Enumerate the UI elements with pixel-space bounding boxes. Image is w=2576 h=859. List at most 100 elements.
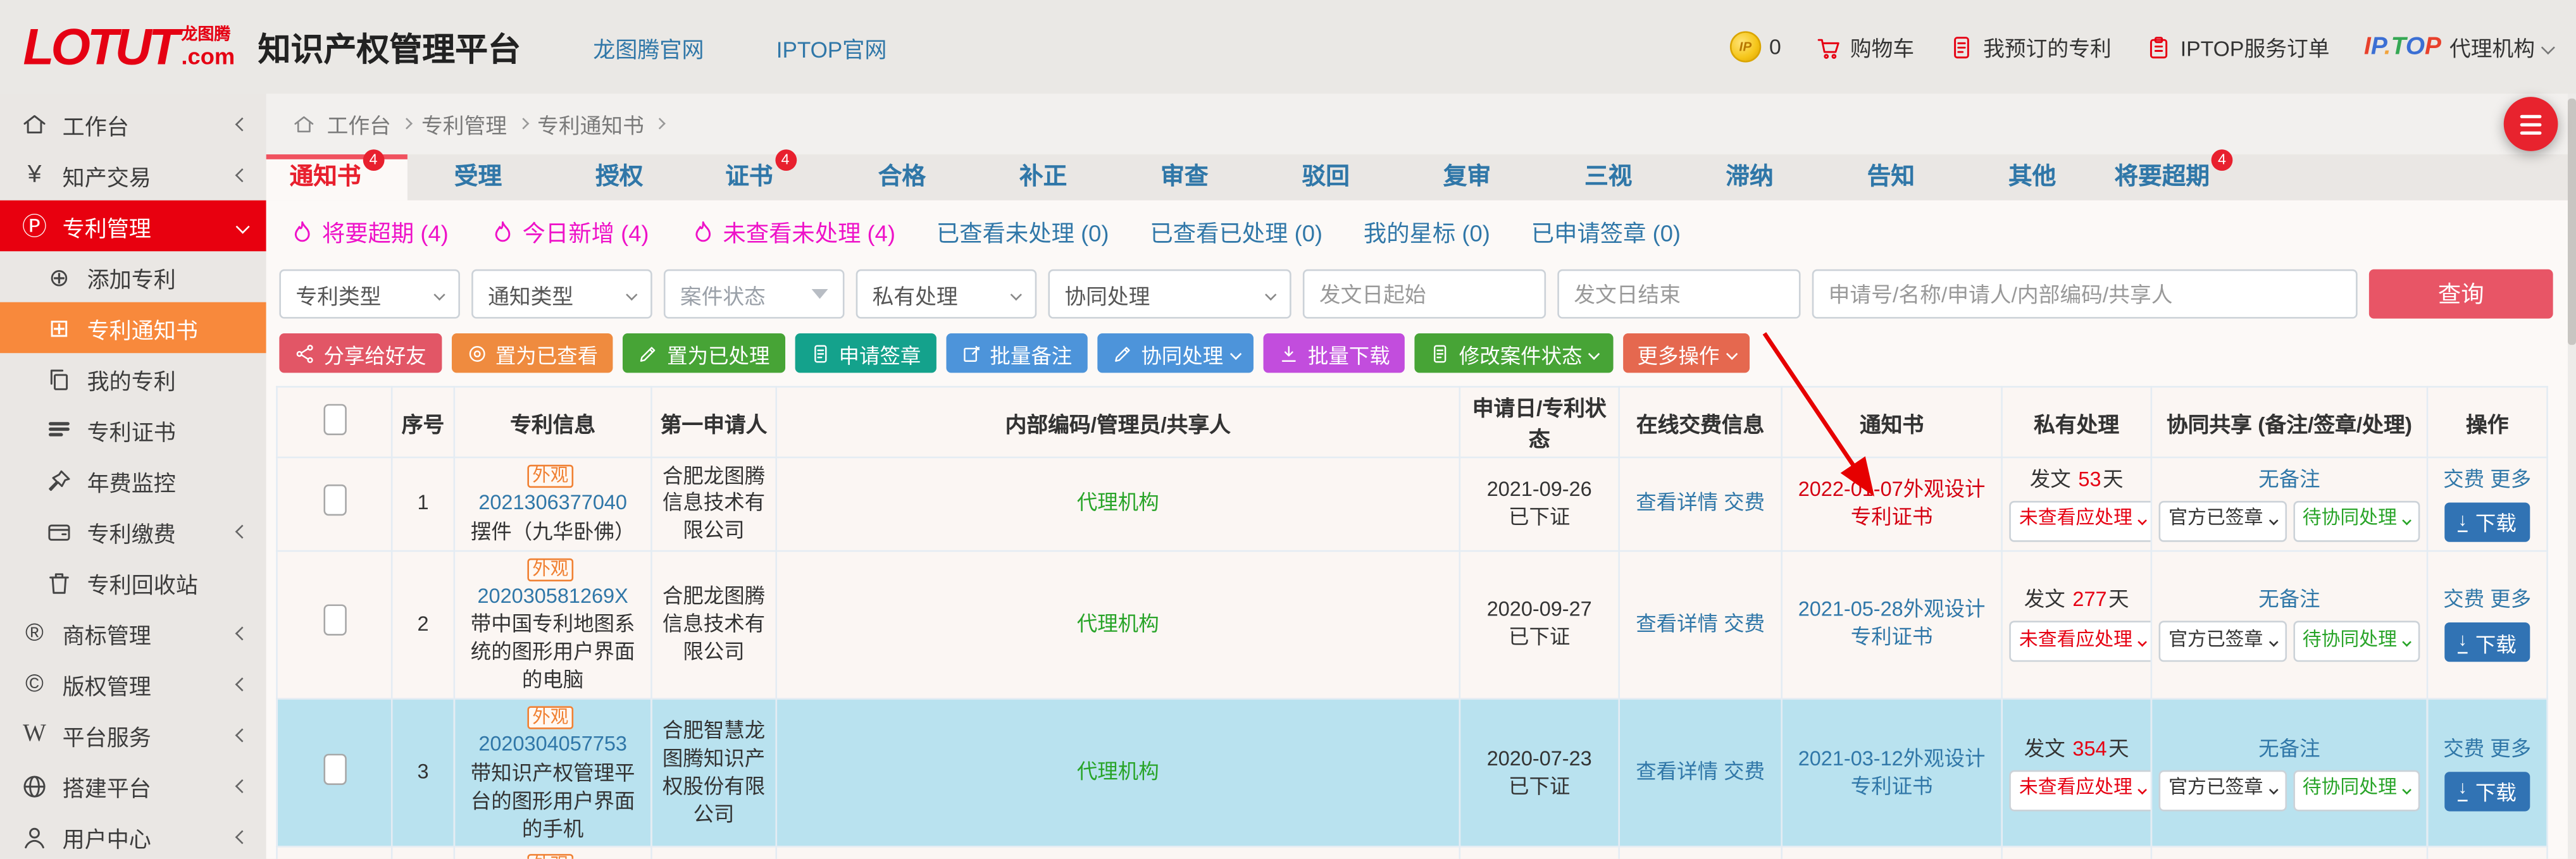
tab-acceptance[interactable]: 受理 — [408, 154, 549, 201]
notice-link[interactable]: 2021-03-12外观设计专利证书 — [1798, 747, 1986, 798]
sidebar-item-add-patent[interactable]: ⊕添加专利 — [0, 251, 266, 302]
private-status-select[interactable]: 未查看应处理 — [2009, 500, 2151, 541]
remark-link[interactable]: 无备注 — [2258, 468, 2320, 491]
tab-grant[interactable]: 授权 — [549, 154, 690, 201]
collab-status-select[interactable]: 待协同处理 — [2293, 770, 2420, 811]
sidebar-item-patent-payment[interactable]: 专利缴费 — [0, 506, 266, 557]
patent-number-link[interactable]: 2021306377040 — [478, 491, 627, 514]
collab-status-select[interactable]: 待协同处理 — [2293, 621, 2420, 662]
tab-notification[interactable]: 告知 — [1820, 154, 1962, 201]
issue-date-end-input[interactable] — [1557, 269, 1800, 319]
link-iptop-site[interactable]: IPTOP官网 — [776, 30, 887, 63]
row-checkbox[interactable] — [323, 753, 345, 784]
sidebar-item-patent-management[interactable]: Ⓟ专利管理 — [0, 201, 266, 251]
quick-filter-new-today[interactable]: 今日新增 (4) — [490, 217, 649, 250]
bulk-download-button[interactable]: 批量下载 — [1264, 333, 1405, 373]
op-more-link[interactable]: 更多 — [2490, 737, 2531, 760]
remark-link[interactable]: 无备注 — [2258, 737, 2320, 760]
sidebar-item-annuity-monitor[interactable]: 年费监控 — [0, 455, 266, 505]
op-fee-link[interactable]: 交费 — [2443, 737, 2484, 760]
sidebar-item-ip-trade[interactable]: ¥知产交易 — [0, 149, 266, 200]
tab-reexamination[interactable]: 复审 — [1397, 154, 1538, 201]
collab-status-select[interactable]: 待协同处理 — [2293, 500, 2420, 541]
row-checkbox[interactable] — [323, 605, 345, 636]
op-more-link[interactable]: 更多 — [2490, 588, 2531, 611]
pay-fee-link[interactable]: 交费 — [1724, 612, 1765, 635]
patent-type-select[interactable]: 专利类型 — [279, 269, 460, 319]
quick-filter-viewed-processed[interactable]: 已查看已处理 (0) — [1150, 217, 1322, 250]
tab-rejection[interactable]: 驳回 — [1255, 154, 1397, 201]
query-button[interactable]: 查询 — [2369, 269, 2553, 319]
sidebar-item-user-center[interactable]: 用户中心 — [0, 812, 266, 859]
collab-process-select[interactable]: 协同处理 — [1048, 269, 1291, 319]
quick-filter-viewed-unprocessed[interactable]: 已查看未处理 (0) — [936, 217, 1109, 250]
ip-coin[interactable]: IP 0 — [1730, 31, 1781, 62]
download-button[interactable]: ↓下载 — [2445, 623, 2530, 662]
notice-link[interactable]: 2021-05-28外观设计专利证书 — [1798, 598, 1986, 649]
agency-menu[interactable]: IP.TOP 代理机构 — [2364, 31, 2553, 62]
sidebar-item-patent-certificates[interactable]: 专利证书 — [0, 404, 266, 455]
pay-fee-link[interactable]: 交费 — [1724, 761, 1765, 784]
cart-button[interactable]: 购物车 — [1815, 31, 1914, 62]
bulk-note-button[interactable]: 批量备注 — [945, 333, 1086, 373]
collab-process-button[interactable]: 协同处理 — [1097, 333, 1254, 373]
sidebar-item-platform-services[interactable]: W平台服务 — [0, 710, 266, 760]
quick-filter-signed[interactable]: 已申请签章 (0) — [1531, 217, 1681, 250]
sidebar-item-patent-notices[interactable]: ⊞专利通知书 — [0, 302, 266, 353]
tab-qualified[interactable]: 合格 — [831, 154, 973, 201]
tab-certificate[interactable]: 证书4 — [690, 154, 831, 201]
change-case-status-button[interactable]: 修改案件状态 — [1415, 333, 1613, 373]
signature-status-select[interactable]: 官方已签章 — [2159, 621, 2286, 662]
apply-signature-button[interactable]: 申请签章 — [794, 333, 935, 373]
op-fee-link[interactable]: 交费 — [2443, 468, 2484, 491]
tab-correction[interactable]: 补正 — [973, 154, 1114, 201]
tab-other[interactable]: 其他 — [1962, 154, 2103, 201]
page-scrollbar[interactable] — [2568, 94, 2576, 859]
share-to-friends-button[interactable]: 分享给好友 — [279, 333, 441, 373]
notice-type-select[interactable]: 通知类型 — [471, 269, 652, 319]
private-status-select[interactable]: 未查看应处理 — [2009, 770, 2151, 811]
patent-number-link[interactable]: 2020304057753 — [478, 732, 627, 755]
floating-menu-button[interactable] — [2504, 97, 2558, 151]
signature-status-select[interactable]: 官方已签章 — [2159, 770, 2286, 811]
download-button[interactable]: ↓下载 — [2445, 771, 2530, 810]
sidebar-item-trademark-management[interactable]: ®商标管理 — [0, 608, 266, 658]
op-fee-link[interactable]: 交费 — [2443, 588, 2484, 611]
breadcrumb-patent-management[interactable]: 专利管理 — [421, 108, 507, 139]
private-status-select[interactable]: 未查看应处理 — [2009, 621, 2151, 662]
tab-late-fee[interactable]: 滞纳 — [1679, 154, 1820, 201]
view-detail-link[interactable]: 查看详情 — [1636, 761, 1718, 784]
row-checkbox[interactable] — [323, 485, 345, 516]
remark-link[interactable]: 无备注 — [2258, 588, 2320, 611]
signature-status-select[interactable]: 官方已签章 — [2159, 500, 2286, 541]
reserved-patents-button[interactable]: 我预订的专利 — [1949, 31, 2112, 62]
sidebar-item-build-platform[interactable]: 搭建平台 — [0, 760, 266, 811]
op-more-link[interactable]: 更多 — [2490, 468, 2531, 491]
tab-examination[interactable]: 审查 — [1114, 154, 1255, 201]
breadcrumb-patent-notices[interactable]: 专利通知书 — [537, 108, 644, 139]
mark-processed-button[interactable]: 置为已处理 — [623, 333, 785, 373]
quick-filter-unviewed-unprocessed[interactable]: 未查看未处理 (4) — [690, 217, 895, 250]
notice-link[interactable]: 2022-01-07外观设计专利证书 — [1798, 478, 1986, 528]
mark-viewed-button[interactable]: 置为已查看 — [451, 333, 613, 373]
quick-filter-expiring[interactable]: 将要超期 (4) — [289, 217, 449, 250]
sidebar-item-workbench[interactable]: 工作台 — [0, 99, 266, 149]
keyword-search-input[interactable] — [1812, 269, 2358, 319]
tab-sanshi[interactable]: 三视 — [1538, 154, 1679, 201]
view-detail-link[interactable]: 查看详情 — [1636, 612, 1718, 635]
breadcrumb-workbench[interactable]: 工作台 — [327, 108, 391, 139]
sidebar-item-my-patents[interactable]: 我的专利 — [0, 353, 266, 404]
case-status-select[interactable]: 案件状态 — [664, 269, 845, 319]
issue-date-start-input[interactable] — [1303, 269, 1546, 319]
link-lotut-site[interactable]: 龙图腾官网 — [593, 30, 704, 63]
scrollbar-thumb[interactable] — [2568, 99, 2576, 345]
select-all-checkbox[interactable] — [323, 404, 345, 435]
private-process-select[interactable]: 私有处理 — [856, 269, 1037, 319]
patent-number-link[interactable]: 202030581269X — [478, 584, 628, 607]
pay-fee-link[interactable]: 交费 — [1724, 491, 1765, 514]
tab-notices[interactable]: 通知书4 — [266, 154, 408, 201]
sidebar-item-patent-recycle-bin[interactable]: 专利回收站 — [0, 557, 266, 607]
quick-filter-starred[interactable]: 我的星标 (0) — [1364, 217, 1490, 250]
tab-expiring[interactable]: 将要超期4 — [2103, 154, 2244, 201]
iptop-orders-button[interactable]: IPTOP服务订单 — [2146, 31, 2329, 62]
